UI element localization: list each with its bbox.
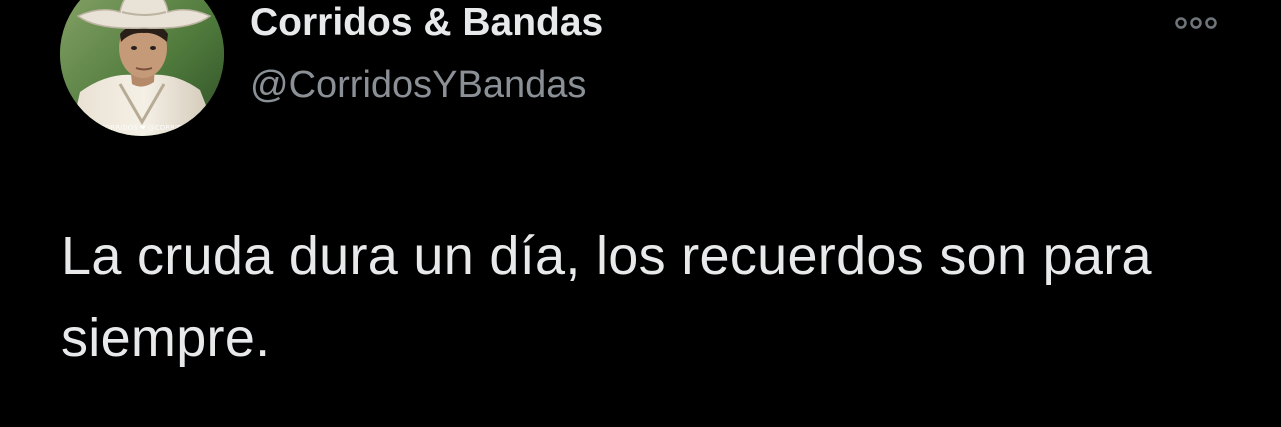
author-display-name[interactable]: Corridos & Bandas [250, 1, 603, 45]
tweet-card[interactable]: CORRIDOS ❤ @CORRIDOS Corridos & Bandas @… [0, 0, 1281, 427]
avatar-watermark: CORRIDOS ❤ @CORRIDOS [100, 124, 193, 132]
avatar[interactable]: CORRIDOS ❤ @CORRIDOS [60, 0, 224, 136]
avatar-photo: CORRIDOS ❤ @CORRIDOS [60, 0, 224, 136]
more-options-button[interactable] [1168, 8, 1224, 38]
more-horizontal-icon [1175, 17, 1217, 29]
tweet-text: La cruda dura un día, los recuerdos son … [61, 226, 1152, 368]
author-handle[interactable]: @CorridosYBandas [250, 64, 586, 107]
